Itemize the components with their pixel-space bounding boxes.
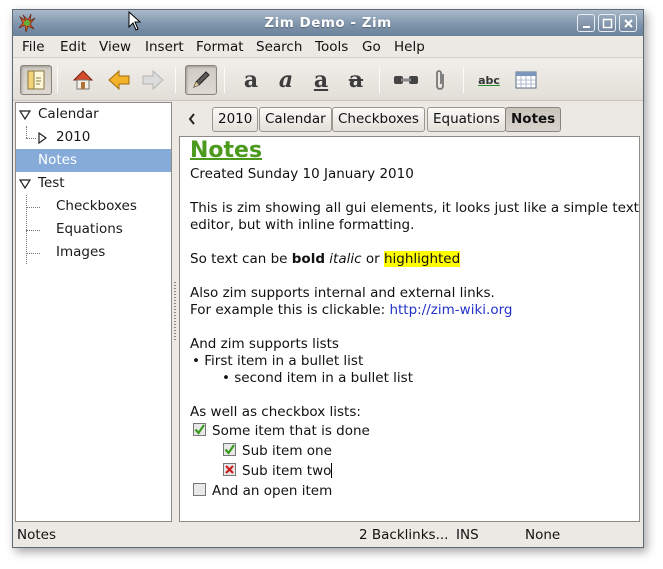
path-button-checkboxes[interactable]: Checkboxes bbox=[332, 107, 425, 132]
tree-item-2010[interactable]: 2010 bbox=[16, 126, 171, 149]
path-scroll-left-button[interactable] bbox=[185, 110, 199, 128]
italic-text: italic bbox=[329, 251, 362, 267]
forward-arrow-icon bbox=[142, 69, 164, 91]
checkbox-checked-icon[interactable] bbox=[223, 443, 236, 456]
bullet-item: • second item in a bullet list bbox=[222, 370, 413, 386]
calendar-button[interactable] bbox=[510, 65, 542, 95]
back-button[interactable] bbox=[103, 65, 135, 95]
calendar-icon bbox=[515, 71, 537, 89]
window-title: Zim Demo - Zim bbox=[264, 15, 392, 31]
menu-tools[interactable]: Tools bbox=[315, 39, 348, 55]
app-window: Zim Demo - Zim File Edit View Insert For… bbox=[12, 9, 644, 548]
menu-format[interactable]: Format bbox=[196, 39, 244, 55]
mouse-pointer-icon bbox=[128, 11, 142, 31]
tree-item-calendar[interactable]: Calendar bbox=[16, 103, 171, 126]
expanded-triangle-icon[interactable] bbox=[19, 109, 31, 121]
tree-item-checkboxes[interactable]: Checkboxes bbox=[16, 195, 171, 218]
index-pane-icon bbox=[27, 70, 45, 90]
tree-item-equations[interactable]: Equations bbox=[16, 218, 171, 241]
insert-mode-indicator: INS bbox=[456, 527, 479, 543]
minimize-button[interactable] bbox=[577, 14, 595, 32]
checkbox-item-label: Sub item two bbox=[242, 463, 333, 479]
maximize-button[interactable] bbox=[598, 14, 616, 32]
edit-mode-button[interactable] bbox=[185, 65, 217, 95]
menu-bar: File Edit View Insert Format Search Tool… bbox=[13, 36, 643, 58]
tree-item-test[interactable]: Test bbox=[16, 172, 171, 195]
underline-button[interactable]: a bbox=[305, 65, 337, 95]
lists-intro: And zim supports lists bbox=[190, 336, 339, 352]
path-button-calendar[interactable]: Calendar bbox=[259, 107, 332, 132]
style-indicator[interactable]: None bbox=[525, 527, 560, 543]
pane-splitter[interactable] bbox=[172, 102, 178, 522]
strikethrough-icon: a bbox=[348, 67, 364, 93]
page-editor[interactable]: Notes Created Sunday 10 January 2010 Thi… bbox=[179, 136, 640, 522]
status-bar: Notes 2 Backlinks... INS None bbox=[13, 524, 643, 547]
strikethrough-button[interactable]: a bbox=[340, 65, 372, 95]
chevron-left-icon bbox=[188, 113, 195, 125]
intro-line-2: editor, but with inline formatting. bbox=[190, 217, 415, 233]
created-date: Created Sunday 10 January 2010 bbox=[190, 166, 414, 182]
back-arrow-icon bbox=[108, 69, 130, 91]
maximize-icon bbox=[602, 18, 613, 29]
italic-button[interactable]: a bbox=[270, 65, 302, 95]
bold-text: bold bbox=[291, 251, 325, 267]
path-bar: 2010 Calendar Checkboxes Equations Notes bbox=[179, 102, 641, 136]
text-cursor bbox=[331, 463, 333, 478]
insert-link-button[interactable] bbox=[390, 65, 422, 95]
menu-insert[interactable]: Insert bbox=[145, 39, 184, 55]
page-heading: Notes bbox=[190, 138, 263, 163]
menu-view[interactable]: View bbox=[99, 39, 131, 55]
bullet-item: • First item in a bullet list bbox=[192, 353, 364, 369]
checkbox-item-label: And an open item bbox=[212, 483, 333, 499]
checkbox-crossed-icon[interactable] bbox=[223, 463, 236, 476]
checkbox-intro: As well as checkbox lists: bbox=[190, 404, 361, 420]
spell-check-button[interactable]: abc bbox=[473, 65, 505, 95]
formatting-line: So text can be bold italic or highlighte… bbox=[190, 251, 461, 267]
bold-button[interactable]: a bbox=[235, 65, 267, 95]
path-button-notes[interactable]: Notes bbox=[505, 107, 562, 132]
toggle-index-button[interactable] bbox=[20, 65, 52, 95]
intro-line-1: This is zim showing all gui elements, it… bbox=[190, 200, 639, 216]
menu-go[interactable]: Go bbox=[362, 39, 381, 55]
title-bar[interactable]: Zim Demo - Zim bbox=[13, 10, 643, 36]
underline-icon: a bbox=[313, 67, 329, 93]
menu-edit[interactable]: Edit bbox=[60, 39, 86, 55]
home-icon bbox=[72, 70, 94, 90]
external-link[interactable]: http://zim-wiki.org bbox=[389, 302, 512, 318]
menu-help[interactable]: Help bbox=[394, 39, 425, 55]
page-index-tree[interactable]: Calendar 2010 Notes Test Checkboxes Equa… bbox=[15, 102, 172, 522]
path-button-2010[interactable]: 2010 bbox=[212, 107, 259, 132]
bold-icon: a bbox=[243, 67, 259, 93]
italic-icon: a bbox=[278, 67, 294, 93]
close-button[interactable] bbox=[619, 14, 637, 32]
checkbox-item-label: Sub item one bbox=[242, 443, 332, 459]
collapsed-triangle-icon[interactable] bbox=[36, 132, 48, 144]
insert-link-icon bbox=[394, 76, 418, 84]
menu-search[interactable]: Search bbox=[256, 39, 302, 55]
backlinks-button[interactable]: 2 Backlinks... bbox=[359, 527, 448, 543]
highlighted-text: highlighted bbox=[383, 251, 461, 267]
edit-pencil-icon bbox=[193, 71, 210, 88]
toolbar: a a a a abc bbox=[13, 59, 643, 101]
minimize-icon bbox=[583, 26, 590, 28]
checkbox-item-label: Some item that is done bbox=[212, 423, 370, 439]
checkbox-open-icon[interactable] bbox=[193, 483, 206, 496]
attach-file-icon bbox=[436, 70, 444, 90]
path-button-equations[interactable]: Equations bbox=[427, 107, 506, 132]
close-icon bbox=[624, 19, 633, 28]
tree-item-images[interactable]: Images bbox=[16, 241, 171, 264]
status-page-name: Notes bbox=[17, 527, 56, 543]
checkbox-checked-icon[interactable] bbox=[193, 423, 206, 436]
links-line-1: Also zim supports internal and external … bbox=[190, 285, 495, 301]
forward-button[interactable] bbox=[137, 65, 169, 95]
links-line-2: For example this is clickable: http://zi… bbox=[190, 302, 513, 318]
attach-file-button[interactable] bbox=[425, 65, 457, 95]
expanded-triangle-icon[interactable] bbox=[19, 178, 31, 190]
tree-item-notes[interactable]: Notes bbox=[16, 149, 171, 172]
spell-check-icon: abc bbox=[478, 73, 500, 87]
menu-file[interactable]: File bbox=[22, 39, 45, 55]
home-button[interactable] bbox=[67, 65, 99, 95]
